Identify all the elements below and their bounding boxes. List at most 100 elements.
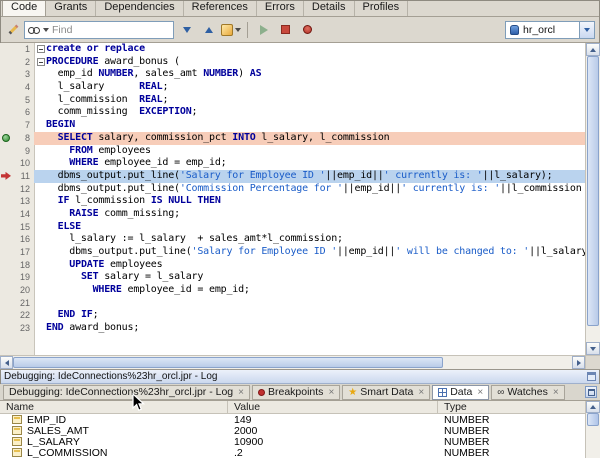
code-text[interactable]: BEGIN [46, 119, 585, 132]
editor-horizontal-scrollbar[interactable] [0, 355, 585, 369]
debug-button[interactable] [298, 20, 317, 40]
highlight-options-button[interactable] [221, 20, 241, 40]
cell-name[interactable]: L_COMMISSION [0, 447, 228, 458]
gutter-margin[interactable] [0, 43, 13, 56]
cell-type[interactable]: NUMBER [438, 436, 585, 447]
editor-tab-dependencies[interactable]: Dependencies [96, 0, 183, 16]
code-editor[interactable]: 1create or replace2PROCEDURE award_bonus… [0, 43, 600, 370]
code-text[interactable]: FROM employees [46, 145, 585, 158]
fold-toggle-icon[interactable] [35, 56, 46, 69]
panel-menu-icon[interactable] [587, 372, 596, 381]
tab-data[interactable]: Data× [432, 385, 489, 400]
editor-vertical-scrollbar[interactable] [585, 43, 600, 355]
editor-tab-grants[interactable]: Grants [46, 0, 96, 16]
cell-type[interactable]: NUMBER [438, 414, 585, 425]
stop-button[interactable] [276, 20, 295, 40]
tab-breakpoints[interactable]: Breakpoints× [252, 385, 340, 400]
column-header-value[interactable]: Value [228, 401, 438, 413]
gutter-margin[interactable] [0, 68, 13, 81]
scroll-up-button[interactable] [586, 43, 600, 56]
code-text[interactable]: dbms_output.put_line('Salary for Employe… [46, 170, 585, 183]
code-text[interactable]: SELECT salary, commission_pct INTO l_sal… [46, 132, 585, 145]
table-row[interactable]: SALES_AMT2000NUMBER [0, 425, 585, 436]
code-text[interactable]: RAISE comm_missing; [46, 208, 585, 221]
column-header-type[interactable]: Type [438, 401, 585, 413]
code-text[interactable]: dbms_output.put_line('Commission Percent… [46, 183, 585, 196]
code-area[interactable]: 1create or replace2PROCEDURE award_bonus… [0, 43, 585, 355]
gutter-margin[interactable] [0, 132, 13, 145]
code-text[interactable]: dbms_output.put_line('Salary for Employe… [46, 246, 585, 259]
gutter-margin[interactable] [0, 221, 13, 234]
find-next-button[interactable] [177, 20, 196, 40]
horizontal-scroll-track[interactable] [13, 356, 572, 369]
table-row[interactable]: EMP_ID149NUMBER [0, 414, 585, 425]
code-text[interactable]: ELSE [46, 221, 585, 234]
gutter-margin[interactable] [0, 322, 13, 335]
close-tab-icon[interactable]: × [477, 387, 483, 398]
close-tab-icon[interactable]: × [328, 387, 334, 398]
scroll-down-button[interactable] [586, 342, 600, 355]
connection-select[interactable]: hr_orcl [505, 21, 595, 39]
scroll-right-button[interactable] [572, 356, 585, 369]
find-combo[interactable] [24, 21, 174, 39]
cell-name[interactable]: L_SALARY [0, 436, 228, 447]
tab-debugging-ideconnections-23hr-orcl-jpr-log[interactable]: Debugging: IdeConnections%23hr_orcl.jpr … [3, 385, 250, 400]
editor-tab-profiles[interactable]: Profiles [355, 0, 409, 16]
close-tab-icon[interactable]: × [418, 387, 424, 398]
editor-tab-errors[interactable]: Errors [257, 0, 304, 16]
gutter-margin[interactable] [0, 208, 13, 221]
code-text[interactable]: IF l_commission IS NULL THEN [46, 195, 585, 208]
pencil-icon[interactable] [5, 22, 21, 38]
breakpoint-icon[interactable] [2, 134, 10, 142]
code-text[interactable]: WHERE employee_id = emp_id; [46, 157, 585, 170]
code-text[interactable]: l_commission REAL; [46, 94, 585, 107]
code-text[interactable] [46, 297, 585, 310]
horizontal-scroll-thumb[interactable] [13, 357, 443, 368]
code-text[interactable]: emp_id NUMBER, sales_amt NUMBER) AS [46, 68, 585, 81]
minimize-panel-button[interactable] [585, 386, 597, 398]
find-previous-button[interactable] [199, 20, 218, 40]
gutter-margin[interactable] [0, 183, 13, 196]
grid-scroll-thumb[interactable] [587, 413, 599, 426]
code-text[interactable]: END award_bonus; [46, 322, 585, 335]
code-text[interactable]: END IF; [46, 309, 585, 322]
code-text[interactable]: SET salary = l_salary [46, 271, 585, 284]
scroll-left-button[interactable] [0, 356, 13, 369]
cell-value[interactable]: 10900 [228, 436, 438, 447]
find-dropdown-icon[interactable] [43, 28, 49, 32]
cell-name[interactable]: SALES_AMT [0, 425, 228, 436]
find-input[interactable] [52, 23, 170, 37]
gutter-margin[interactable] [0, 94, 13, 107]
vertical-scroll-thumb[interactable] [587, 56, 599, 326]
connection-dropdown-button[interactable] [579, 22, 594, 38]
code-text[interactable]: PROCEDURE award_bonus ( [46, 56, 585, 69]
code-text[interactable]: comm_missing EXCEPTION; [46, 106, 585, 119]
grid-scroll-up-button[interactable] [586, 401, 600, 413]
close-tab-icon[interactable]: × [238, 387, 244, 398]
gutter-margin[interactable] [0, 145, 13, 158]
code-text[interactable]: WHERE employee_id = emp_id; [46, 284, 585, 297]
editor-tab-code[interactable]: Code [2, 0, 46, 16]
close-tab-icon[interactable]: × [553, 387, 559, 398]
editor-tab-details[interactable]: Details [304, 0, 355, 16]
tab-smart-data[interactable]: ★Smart Data× [342, 385, 430, 400]
tab-watches[interactable]: ∞Watches× [491, 385, 564, 400]
grid-scrollbar[interactable] [585, 401, 600, 458]
gutter-margin[interactable] [0, 81, 13, 94]
gutter-margin[interactable] [0, 56, 13, 69]
gutter-margin[interactable] [0, 233, 13, 246]
code-text[interactable]: UPDATE employees [46, 259, 585, 272]
gutter-margin[interactable] [0, 157, 13, 170]
gutter-margin[interactable] [0, 106, 13, 119]
cell-name[interactable]: EMP_ID [0, 414, 228, 425]
gutter-margin[interactable] [0, 195, 13, 208]
code-text[interactable]: l_salary := l_salary + sales_amt*l_commi… [46, 233, 585, 246]
gutter-margin[interactable] [0, 271, 13, 284]
cell-value[interactable]: 149 [228, 414, 438, 425]
table-row[interactable]: L_SALARY10900NUMBER [0, 436, 585, 447]
code-text[interactable]: create or replace [46, 43, 585, 56]
cell-type[interactable]: NUMBER [438, 447, 585, 458]
gutter-margin[interactable] [0, 170, 13, 183]
code-text[interactable]: l_salary REAL; [46, 81, 585, 94]
cell-type[interactable]: NUMBER [438, 425, 585, 436]
